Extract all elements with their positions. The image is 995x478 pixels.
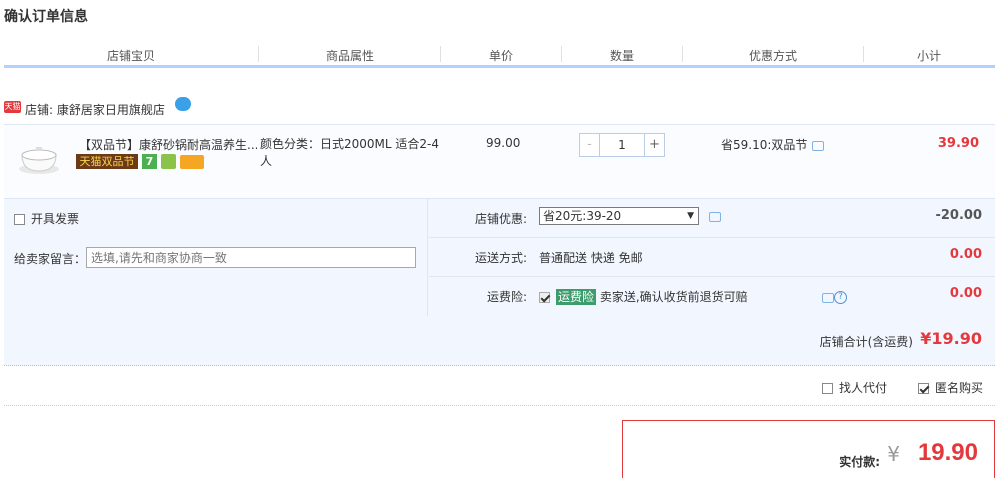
qty-decrease-button[interactable]: - bbox=[580, 134, 600, 156]
extra-options: 找人代付 匿名购买 bbox=[4, 378, 995, 406]
col-divider bbox=[863, 46, 864, 62]
pay-by-friend-checkbox[interactable] bbox=[822, 383, 833, 394]
payment-currency: ¥ bbox=[887, 442, 900, 466]
help-icon[interactable]: ? bbox=[834, 291, 847, 304]
shipping-amount: 0.00 bbox=[949, 247, 982, 262]
quantity-stepper: - 1 + bbox=[579, 133, 665, 157]
product-thumbnail[interactable] bbox=[16, 135, 62, 181]
col-quantity: 数量 bbox=[610, 49, 635, 63]
item-discount: 省59.10:双品节 bbox=[721, 136, 825, 153]
col-divider bbox=[258, 46, 259, 62]
page-title: 确认订单信息 bbox=[4, 9, 88, 25]
qty-increase-button[interactable]: + bbox=[644, 134, 664, 156]
memo-label: 给卖家留言： bbox=[14, 252, 87, 266]
credit-card-icon bbox=[180, 155, 204, 169]
shipping-label: 运送方式: bbox=[474, 251, 527, 265]
shop-total: 店铺合计(含运费) ¥19.90 bbox=[4, 316, 995, 366]
anonymous-label: 匿名购买 bbox=[935, 381, 984, 395]
promo-tag: 天猫双品节 bbox=[76, 154, 138, 169]
item-unit-price: 99.00 bbox=[486, 136, 521, 150]
comment-icon[interactable] bbox=[822, 292, 834, 303]
payment-summary: 实付款: ¥ 19.90 bbox=[622, 420, 995, 478]
shop-coupon-selected: 省20元:39-20 bbox=[543, 209, 622, 223]
insurance-checkbox bbox=[539, 292, 550, 303]
invoice-label: 开具发票 bbox=[31, 212, 80, 226]
col-unit-price: 单价 bbox=[489, 49, 514, 63]
col-subtotal: 小计 bbox=[917, 49, 942, 63]
payment-amount: 19.90 bbox=[917, 439, 978, 466]
insurance-text: 卖家送,确认收货前退货可赔 bbox=[599, 290, 748, 304]
comment-icon[interactable] bbox=[812, 140, 825, 151]
insurance-amount: 0.00 bbox=[949, 286, 982, 301]
shop-total-amount: ¥19.90 bbox=[920, 329, 982, 348]
shop-total-label: 店铺合计(含运费) bbox=[819, 335, 913, 349]
payment-label: 实付款: bbox=[839, 455, 880, 469]
pay-by-friend-label: 找人代付 bbox=[839, 381, 888, 395]
shipping-method: 普通配送 快递 免邮 bbox=[539, 251, 643, 265]
invoice-option[interactable]: 开具发票 bbox=[14, 210, 79, 227]
col-divider bbox=[682, 46, 683, 62]
shop-coupon-select[interactable]: 省20元:39-20 ▼ bbox=[539, 207, 699, 225]
guarantee-icon bbox=[161, 154, 176, 169]
seller-memo-input[interactable] bbox=[86, 247, 416, 268]
dropdown-arrow-icon: ▼ bbox=[687, 211, 694, 221]
tmall-badge-icon: 天猫 bbox=[4, 101, 21, 113]
column-header: 店铺宝贝 商品属性 单价 数量 优惠方式 小计 bbox=[4, 38, 995, 68]
col-divider bbox=[440, 46, 441, 62]
shipping-row: 运送方式: 普通配送 快递 免邮 0.00 bbox=[429, 238, 995, 277]
col-divider bbox=[561, 46, 562, 62]
shop-coupon-amount: -20.00 bbox=[935, 208, 982, 223]
wangwang-chat-icon[interactable] bbox=[175, 97, 191, 111]
anonymous-purchase-option[interactable]: 匿名购买 bbox=[918, 379, 983, 396]
options-left-panel: 开具发票 给卖家留言： bbox=[4, 199, 428, 317]
qty-input[interactable]: 1 bbox=[600, 134, 644, 156]
seven-day-return-icon: 7 bbox=[142, 154, 157, 169]
comment-icon[interactable] bbox=[709, 212, 721, 222]
item-row: 【双品节】康舒砂锅耐高温养生... 天猫双品节 7 颜色分类：日式2000ML … bbox=[4, 124, 995, 198]
invoice-checkbox[interactable] bbox=[14, 214, 25, 225]
item-attributes: 颜色分类：日式2000ML 适合2-4人 bbox=[260, 137, 439, 168]
insurance-row: 运费险: 运费险 卖家送,确认收货前退货可赔 ? 0.00 bbox=[429, 277, 995, 316]
col-discount: 优惠方式 bbox=[749, 49, 798, 63]
insurance-tag: 运费险 bbox=[556, 289, 597, 305]
insurance-label: 运费险: bbox=[486, 290, 527, 304]
pay-by-friend-option[interactable]: 找人代付 bbox=[822, 379, 887, 396]
order-options: 开具发票 给卖家留言： 店铺优惠: 省20元:39-20 ▼ -20.00 运送… bbox=[4, 198, 995, 317]
discount-text: 省59.10:双品节 bbox=[721, 138, 808, 152]
shop-coupon-row: 店铺优惠: 省20元:39-20 ▼ -20.00 bbox=[429, 199, 995, 238]
item-title[interactable]: 【双品节】康舒砂锅耐高温养生... bbox=[79, 136, 257, 153]
anonymous-checkbox[interactable] bbox=[918, 383, 929, 394]
shop-name[interactable]: 店铺: 康舒居家日用旗舰店 bbox=[25, 101, 165, 118]
col-attributes: 商品属性 bbox=[326, 49, 375, 63]
col-shop-items: 店铺宝贝 bbox=[107, 49, 156, 63]
shop-coupon-label: 店铺优惠: bbox=[474, 212, 527, 226]
insurance-value: 运费险 卖家送,确认收货前退货可赔 bbox=[539, 288, 748, 305]
item-subtotal: 39.90 bbox=[937, 136, 979, 151]
insurance-icons: ? bbox=[822, 290, 847, 304]
